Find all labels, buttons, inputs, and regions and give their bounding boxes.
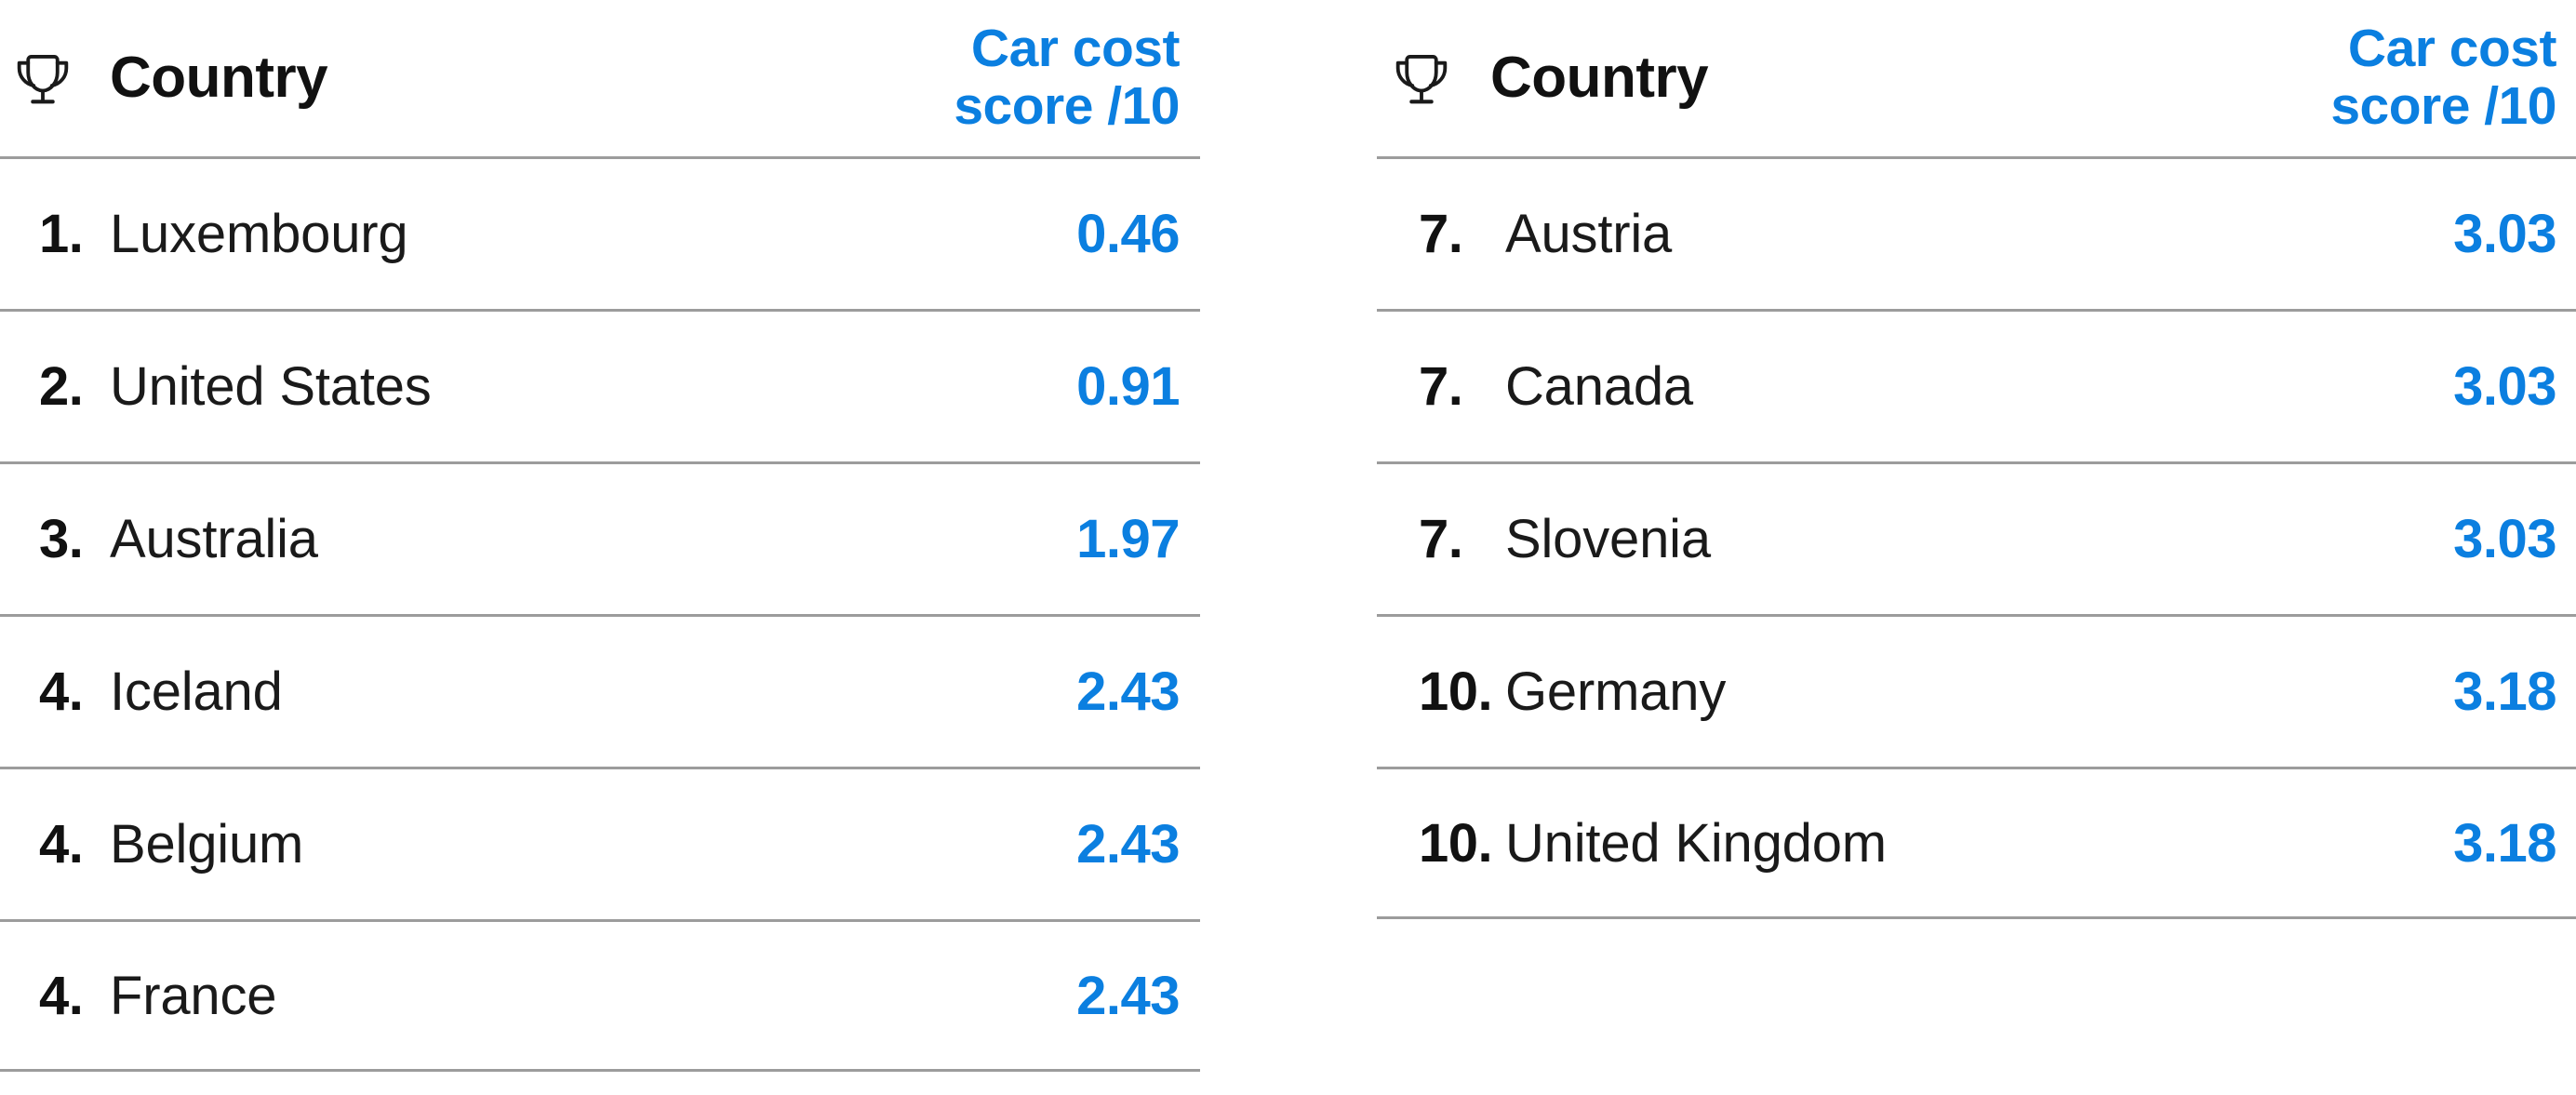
row-rank: 7. xyxy=(1419,509,1463,569)
header-score-label: Car cost score /10 xyxy=(2177,20,2576,135)
row-rank: 4. xyxy=(39,814,84,875)
row-country: Austria xyxy=(1505,204,1673,264)
leaderboard-page: Country Car cost score /10 1. Luxembourg… xyxy=(0,0,2576,1095)
row-score: 0.46 xyxy=(1076,204,1180,264)
table-row[interactable]: 1. Luxembourg 0.46 xyxy=(0,156,1200,309)
row-country: Germany xyxy=(1505,661,1727,722)
row-rank: 10. xyxy=(1419,812,1493,874)
rank-table-right: Country Car cost score /10 7. Austria 3.… xyxy=(1377,0,2576,919)
table-header-right: Country Car cost score /10 xyxy=(1377,0,2576,156)
table-row[interactable]: 10. United Kingdom 3.18 xyxy=(1377,767,2576,919)
row-country: United Kingdom xyxy=(1505,812,1887,874)
row-score: 2.43 xyxy=(1076,661,1180,722)
rank-table-left: Country Car cost score /10 1. Luxembourg… xyxy=(0,0,1200,1072)
table-row[interactable]: 7. Canada 3.03 xyxy=(1377,309,2576,461)
row-country: United States xyxy=(110,356,432,417)
table-row[interactable]: 4. Iceland 2.43 xyxy=(0,614,1200,767)
row-score: 3.03 xyxy=(2453,204,2556,264)
row-score: 3.18 xyxy=(2453,812,2556,874)
row-rank: 7. xyxy=(1419,356,1463,417)
table-row[interactable]: 7. Slovenia 3.03 xyxy=(1377,461,2576,614)
row-country: Slovenia xyxy=(1505,509,1711,569)
row-rank: 10. xyxy=(1419,661,1493,722)
row-score: 3.03 xyxy=(2453,509,2556,569)
trophy-icon xyxy=(9,45,76,112)
row-rank: 2. xyxy=(39,356,84,417)
row-rank: 3. xyxy=(39,509,84,569)
row-score: 3.18 xyxy=(2453,661,2556,722)
header-country-cell: Country xyxy=(0,45,800,112)
table-row[interactable]: 4. France 2.43 xyxy=(0,919,1200,1072)
row-score: 3.03 xyxy=(2453,356,2556,417)
header-score-line2: score /10 xyxy=(2330,76,2556,136)
header-country-label: Country xyxy=(110,46,328,111)
row-country: Canada xyxy=(1505,356,1693,417)
header-country-label: Country xyxy=(1490,46,1709,111)
row-country: Australia xyxy=(110,509,318,569)
row-rank: 1. xyxy=(39,204,84,264)
table-body-right: 7. Austria 3.03 7. Canada 3.03 7. Sloven… xyxy=(1377,156,2576,919)
table-row[interactable]: 3. Australia 1.97 xyxy=(0,461,1200,614)
table-row[interactable]: 7. Austria 3.03 xyxy=(1377,156,2576,309)
header-score-line2: score /10 xyxy=(954,76,1180,136)
header-score-line1: Car cost xyxy=(2347,19,2557,79)
row-rank: 4. xyxy=(39,661,84,722)
header-country-cell: Country xyxy=(1377,45,2177,112)
table-row[interactable]: 10. Germany 3.18 xyxy=(1377,614,2576,767)
header-score-line1: Car cost xyxy=(970,19,1181,79)
header-score-label: Car cost score /10 xyxy=(800,20,1200,135)
row-score: 2.43 xyxy=(1076,814,1180,875)
row-score: 0.91 xyxy=(1076,356,1180,417)
row-country: Iceland xyxy=(110,661,283,722)
row-rank: 4. xyxy=(39,965,84,1026)
row-country: Belgium xyxy=(110,814,304,875)
table-header-left: Country Car cost score /10 xyxy=(0,0,1200,156)
row-score: 2.43 xyxy=(1076,965,1180,1026)
row-country: France xyxy=(110,965,277,1026)
row-score: 1.97 xyxy=(1076,509,1180,569)
row-country: Luxembourg xyxy=(110,204,408,264)
table-row[interactable]: 4. Belgium 2.43 xyxy=(0,767,1200,919)
table-row[interactable]: 2. United States 0.91 xyxy=(0,309,1200,461)
trophy-icon xyxy=(1388,45,1455,112)
table-body-left: 1. Luxembourg 0.46 2. United States 0.91… xyxy=(0,156,1200,1072)
row-rank: 7. xyxy=(1419,204,1463,264)
